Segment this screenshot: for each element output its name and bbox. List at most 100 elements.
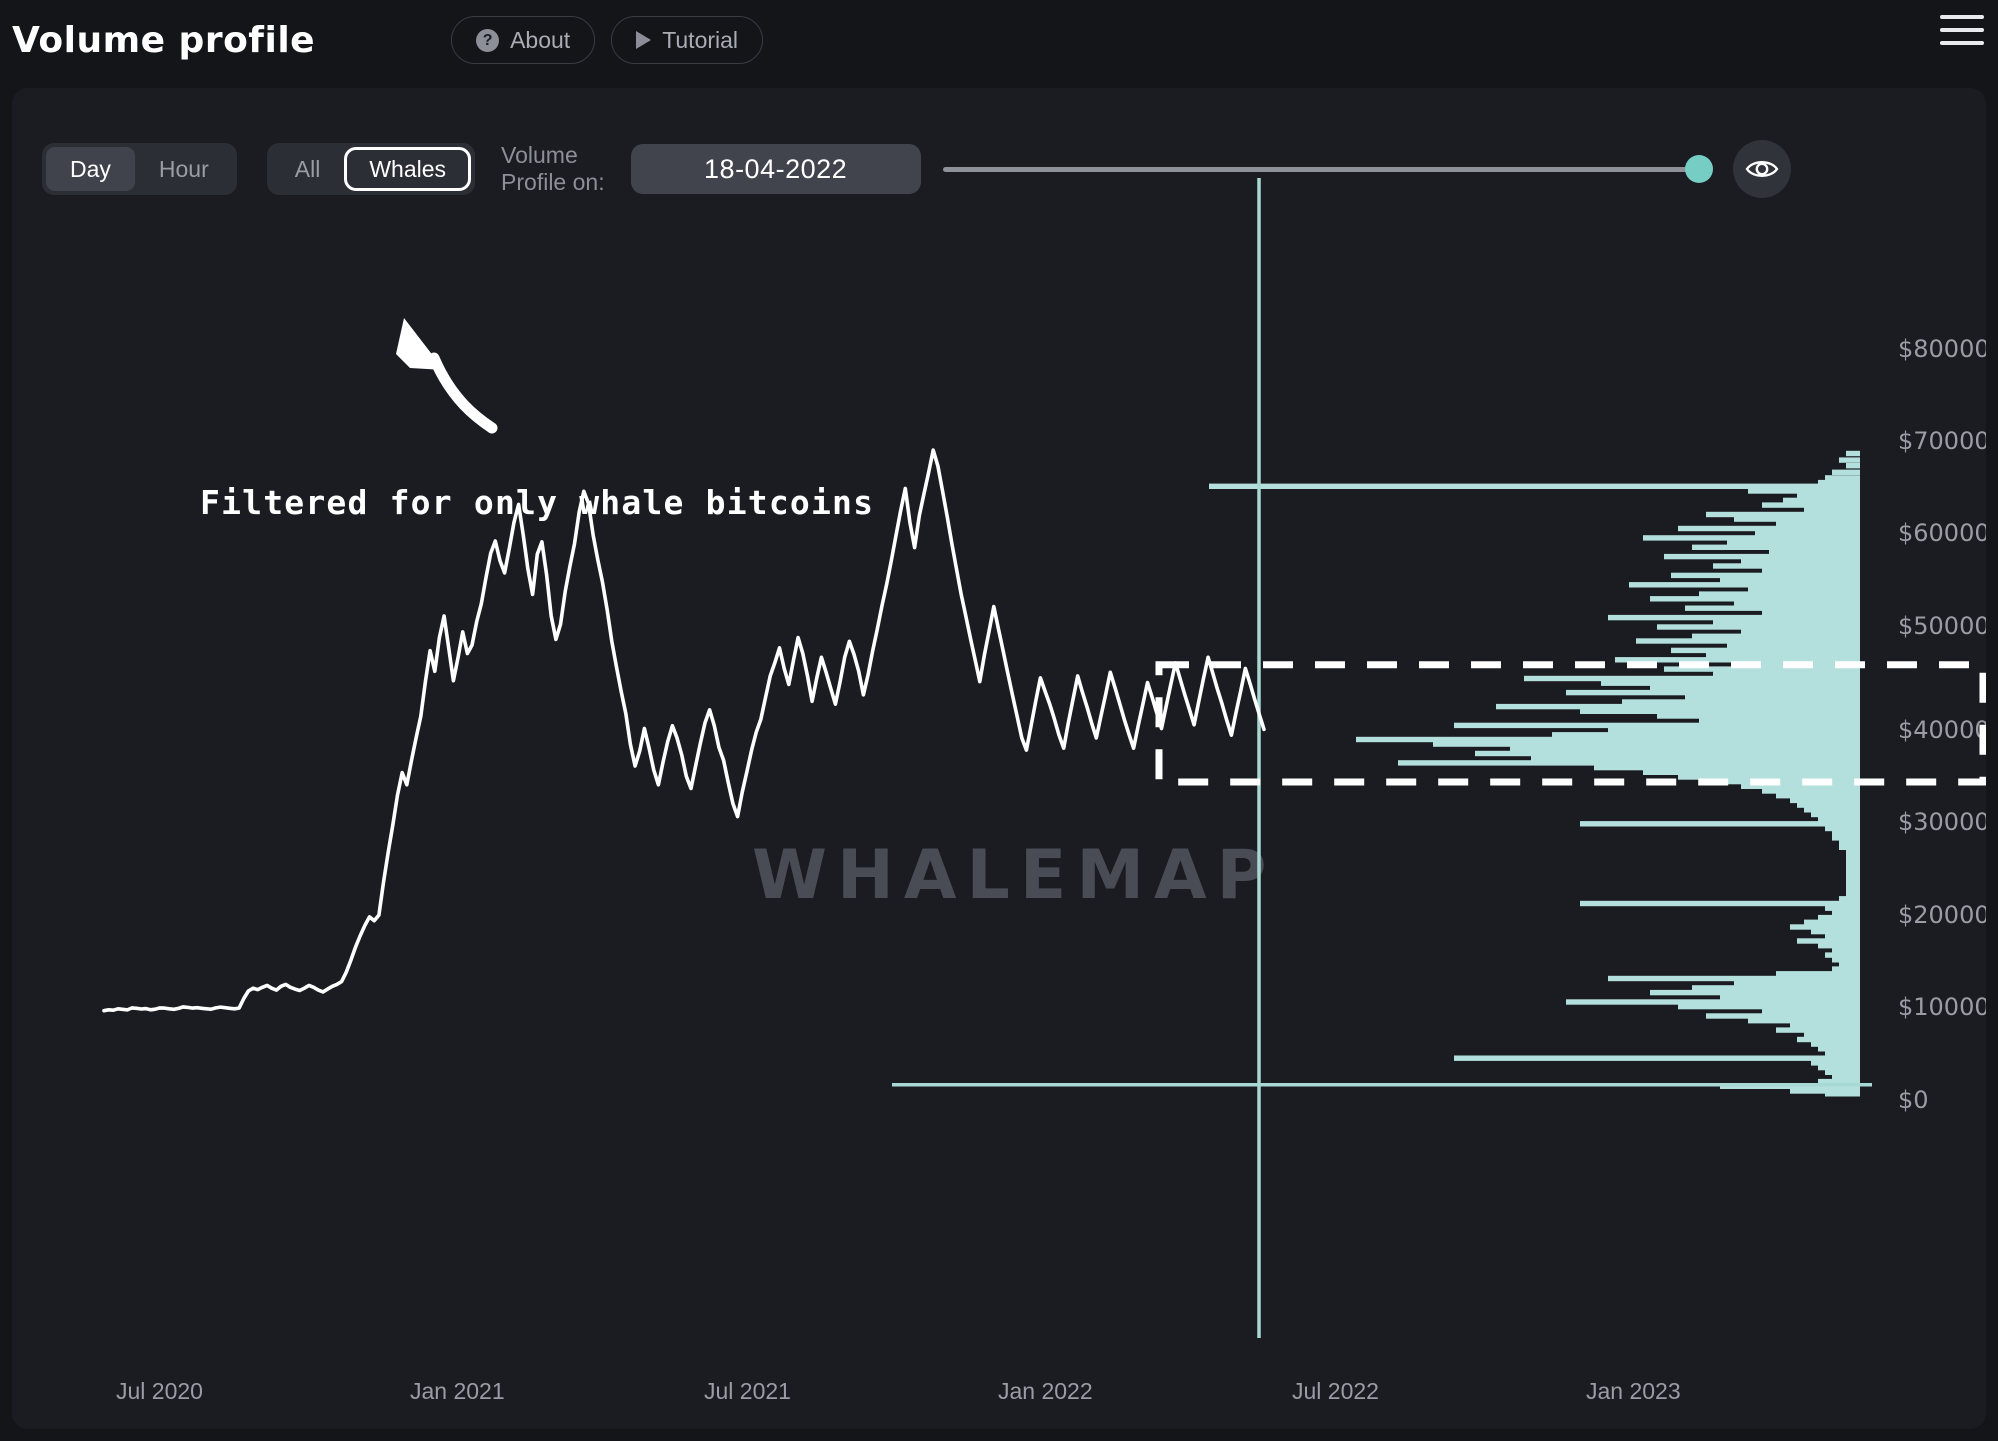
volume-profile-bar (1790, 924, 1860, 930)
volume-profile-bar (1594, 764, 1860, 771)
volume-profile-bar (1685, 605, 1860, 611)
volume-profile-bar (1797, 493, 1860, 499)
volume-profile-bar (1601, 680, 1860, 686)
volume-profile-bar (1762, 568, 1860, 574)
volume-profile-bar (1755, 530, 1860, 536)
volume-profile-bar (1643, 769, 1860, 775)
volume-profile-bar (1832, 1074, 1860, 1080)
volume-profile-bar (1825, 1069, 1860, 1075)
volume-profile-bar (1776, 521, 1860, 527)
volume-profile-bar (1825, 905, 1860, 911)
volume-profile-bar (1454, 722, 1860, 729)
hamburger-line (1940, 41, 1984, 45)
volume-profile-bar (1832, 966, 1860, 972)
volume-profile-bar (1762, 502, 1860, 508)
volume-profile-bar (1664, 553, 1860, 560)
volume-profile-bar (1398, 760, 1860, 766)
volume-profile-bar (1846, 858, 1860, 864)
volume-profile-bar (1685, 694, 1860, 700)
volume-profile-bar (1832, 947, 1860, 954)
volume-profile-bar (1678, 525, 1860, 532)
volume-profile-bar (1825, 933, 1860, 939)
volume-profile-bar (1846, 849, 1860, 855)
volume-profile-bar (1846, 886, 1860, 893)
volume-profile-bar (1818, 1064, 1860, 1071)
volume-profile-bar (1692, 985, 1860, 991)
volume-profile-bar (1818, 943, 1860, 949)
volume-profile-bar (1748, 1018, 1860, 1024)
page-title: Volume profile (12, 19, 316, 61)
volume-profile-bar (1832, 830, 1860, 836)
volume-profile-bar (1839, 839, 1860, 846)
hamburger-line (1940, 28, 1984, 32)
volume-profile-bar (1825, 825, 1860, 832)
volume-profile-bar (1706, 511, 1860, 518)
volume-profile-bar (1643, 535, 1860, 541)
volume-profile-bar (1790, 1022, 1860, 1029)
volume-profile-bar (1650, 685, 1860, 691)
volume-profile-bar (1825, 952, 1860, 958)
plot-canvas[interactable] (12, 88, 1986, 1429)
volume-profile-bar (1811, 1060, 1860, 1066)
volume-profile-bar (1629, 582, 1860, 588)
chart-body: WHALEMAP $80000 $70000 $60000 $50000 $40… (12, 88, 1986, 1429)
volume-profile-bar (1818, 1046, 1860, 1052)
volume-profile-bar (1580, 708, 1860, 714)
volume-profile-bar (1839, 457, 1860, 463)
volume-profile-bar (1846, 891, 1860, 897)
volume-profile-bar (1734, 516, 1860, 522)
volume-profile-bar (1650, 989, 1860, 996)
app-root: Volume profile ? About Tutorial Day Hour (0, 0, 1998, 1441)
price-line (102, 448, 1266, 1013)
volume-profile-bar (1818, 816, 1860, 822)
volume-profile-bar (1706, 1013, 1860, 1019)
volume-profile-bar (1748, 488, 1860, 494)
volume-profile-bar (1636, 638, 1860, 644)
volume-profile-bar (1790, 797, 1860, 804)
volume-profile-bar (1671, 647, 1860, 654)
volume-profile-bar (1839, 844, 1860, 850)
volume-profile-bar (1678, 1003, 1860, 1010)
volume-profile-bar (1524, 675, 1860, 682)
volume-profile-bar (1454, 1055, 1860, 1061)
volume-profile-bar (1622, 699, 1860, 705)
volume-profile-bar (1727, 539, 1860, 546)
volume-profile-bar (1706, 652, 1860, 658)
volume-profile-bar (1811, 928, 1860, 935)
volume-profile-bar (1804, 507, 1860, 513)
volume-profile-bar (1720, 778, 1860, 785)
tutorial-button-label: Tutorial (662, 26, 739, 53)
volume-profile-bar (1580, 900, 1860, 907)
volume-profile-bar (1699, 718, 1860, 724)
volume-profile-bar (1734, 980, 1860, 986)
volume-profile-bar (1657, 713, 1860, 719)
volume-profile-bar (1846, 450, 1860, 457)
volume-profile-bar (1846, 882, 1860, 888)
volume-profile-bar (1762, 788, 1860, 794)
volume-profile-bar (1692, 633, 1860, 639)
volume-profile-bar (1566, 689, 1860, 696)
app-header: Volume profile ? About Tutorial (0, 0, 1998, 80)
volume-profile-bar (1713, 619, 1860, 625)
volume-profile-bar (1510, 746, 1860, 752)
hamburger-menu-icon[interactable] (1940, 10, 1984, 50)
volume-profile-bar (1713, 563, 1860, 569)
about-button[interactable]: ? About (451, 16, 596, 64)
volume-profile-bar (1797, 1036, 1860, 1043)
volume-profile-bar (1846, 853, 1860, 860)
volume-profile-bar (1846, 463, 1860, 469)
volume-profile-bar (1580, 821, 1860, 827)
volume-profile-bar (1692, 544, 1860, 550)
volume-profile-bar (1734, 600, 1860, 607)
volume-profile-bar (1727, 643, 1860, 649)
volume-profile-bar (1762, 1008, 1860, 1014)
volume-profile-bar (1531, 755, 1860, 761)
volume-profile-bar (1566, 999, 1860, 1005)
volume-profile-bar (1657, 624, 1860, 630)
volume-profile-bar (1650, 596, 1860, 602)
volume-profile-bar (1839, 896, 1860, 902)
volume-profile-bar (1825, 1050, 1860, 1057)
volume-profile-bar (1846, 868, 1860, 874)
tutorial-button[interactable]: Tutorial (611, 16, 764, 64)
volume-profile-bar (1832, 835, 1860, 841)
